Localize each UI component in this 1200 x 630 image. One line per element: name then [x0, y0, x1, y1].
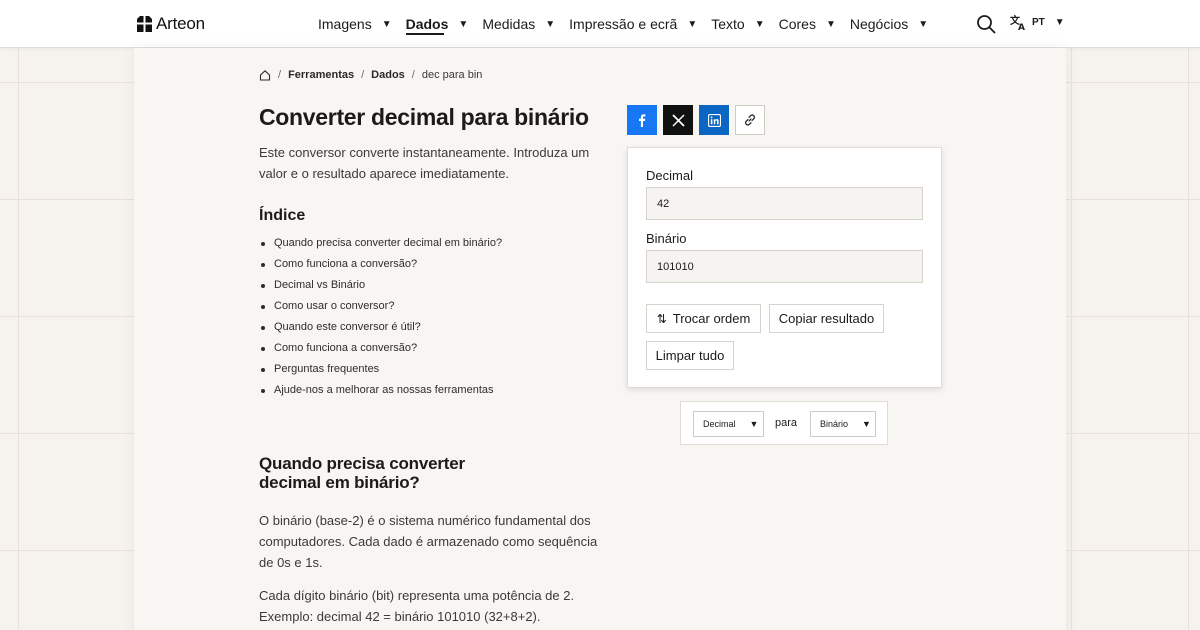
- breadcrumb-current: dec para bin: [421, 69, 483, 81]
- nav-item-label: Texto: [711, 16, 745, 32]
- translate-icon: 文 A: [1010, 14, 1025, 31]
- copy-link-button[interactable]: [735, 105, 765, 135]
- language-code: PT: [1032, 17, 1045, 28]
- to-unit-select[interactable]: Binário ▼: [810, 411, 876, 437]
- toc-item[interactable]: Quando este conversor é útil?: [259, 317, 502, 338]
- section-title: Quando precisa converter decimal em biná…: [259, 454, 465, 492]
- toc-item[interactable]: Ajude-nos a melhorar as nossas ferrament…: [259, 380, 502, 401]
- from-unit-value: Decimal: [703, 419, 736, 429]
- brand-logo-icon: [137, 16, 152, 32]
- copy-result-button[interactable]: Copiar resultado: [769, 304, 884, 333]
- decimal-label: Decimal: [646, 168, 693, 183]
- nav-item-label: Cores: [778, 16, 816, 32]
- language-selector[interactable]: 文 A PT ▼: [1010, 14, 1065, 31]
- toc-item[interactable]: Como usar o conversor?: [259, 296, 502, 317]
- breadcrumb-separator: /: [411, 69, 415, 81]
- converter-card: Decimal Binário ⇅ Trocar ordem Copiar re…: [627, 147, 942, 388]
- binary-label: Binário: [646, 231, 687, 246]
- swap-order-button[interactable]: ⇅ Trocar ordem: [646, 304, 761, 333]
- caret-down-icon: ▼: [687, 18, 698, 30]
- swap-vertical-icon: ⇅: [656, 311, 667, 326]
- nav-item-cores[interactable]: Cores ▼: [779, 0, 836, 48]
- page-title: Converter decimal para binário: [259, 104, 589, 130]
- top-navigation-bar: Arteon Imagens ▼ Dados ▼ Medidas ▼ Impre…: [0, 0, 1200, 48]
- direction-connector: para: [775, 417, 798, 429]
- nav-item-label: Imagens: [318, 16, 372, 32]
- section-paragraph: Cada dígito binário (bit) representa uma…: [259, 588, 575, 624]
- toc-title: Índice: [259, 207, 306, 224]
- search-icon: [977, 15, 996, 34]
- link-icon: [745, 114, 755, 126]
- share-buttons: [627, 105, 771, 135]
- caret-down-icon: ▼: [1054, 17, 1065, 28]
- toc-item[interactable]: Quando precisa converter decimal em biná…: [259, 233, 502, 254]
- conversion-direction: Decimal ▼ para Binário ▼: [680, 401, 888, 445]
- table-of-contents: Quando precisa converter decimal em biná…: [259, 233, 502, 401]
- share-linkedin-button[interactable]: [699, 105, 729, 135]
- nav-item-label: Dados: [405, 16, 449, 32]
- breadcrumb-separator: /: [361, 69, 365, 81]
- caret-down-icon: ▼: [862, 419, 871, 429]
- share-facebook-button[interactable]: [627, 105, 657, 135]
- toc-item[interactable]: Como funciona a conversão?: [259, 254, 502, 275]
- toc-item[interactable]: Decimal vs Binário: [259, 275, 502, 296]
- intro-paragraph: Este conversor converte instantaneamente…: [259, 145, 590, 181]
- toc-item[interactable]: Como funciona a conversão?: [259, 338, 502, 359]
- swap-order-label: Trocar ordem: [672, 311, 751, 326]
- nav-item-label: Negócios: [849, 16, 909, 32]
- x-icon: [671, 113, 685, 127]
- nav-item-negocios[interactable]: Negócios ▼: [850, 0, 928, 48]
- to-unit-value: Binário: [820, 419, 849, 429]
- main-nav: Imagens ▼ Dados ▼ Medidas ▼ Impressão e …: [318, 0, 942, 48]
- nav-item-medidas[interactable]: Medidas ▼: [482, 0, 555, 48]
- caret-down-icon: ▼: [381, 18, 392, 30]
- nav-item-texto[interactable]: Texto ▼: [711, 0, 764, 48]
- caret-down-icon: ▼: [545, 18, 556, 30]
- breadcrumb-separator: /: [278, 69, 282, 81]
- nav-item-impressao-e-ecra[interactable]: Impressão e ecrã ▼: [569, 0, 697, 48]
- search-button[interactable]: [976, 14, 996, 34]
- linkedin-icon: [707, 113, 721, 127]
- svg-text:A: A: [1018, 23, 1025, 31]
- breadcrumb: / Ferramentas / Dados / dec para bin: [259, 69, 482, 81]
- breadcrumb-dados[interactable]: Dados: [371, 69, 405, 81]
- section-paragraph: O binário (base-2) é o sistema numérico …: [259, 513, 598, 570]
- nav-item-label: Medidas: [482, 16, 536, 32]
- home-icon[interactable]: [259, 69, 271, 81]
- nav-item-imagens[interactable]: Imagens ▼: [318, 0, 392, 48]
- toc-item[interactable]: Perguntas frequentes: [259, 359, 502, 380]
- facebook-icon: [639, 114, 646, 127]
- clear-all-label: Limpar tudo: [655, 348, 725, 363]
- nav-item-dados[interactable]: Dados ▼: [406, 0, 469, 48]
- decimal-input[interactable]: [646, 187, 923, 220]
- share-x-button[interactable]: [663, 105, 693, 135]
- brand-name: Arteon: [156, 14, 205, 33]
- caret-down-icon: ▼: [918, 18, 929, 30]
- binary-output[interactable]: [646, 250, 923, 283]
- breadcrumb-ferramentas[interactable]: Ferramentas: [288, 69, 354, 81]
- caret-down-icon: ▼: [825, 18, 836, 30]
- from-unit-select[interactable]: Decimal ▼: [693, 411, 764, 437]
- nav-item-label: Impressão e ecrã: [569, 16, 678, 32]
- copy-result-label: Copiar resultado: [778, 311, 875, 326]
- brand-logo[interactable]: Arteon: [137, 14, 205, 34]
- caret-down-icon: ▼: [754, 18, 765, 30]
- clear-all-button[interactable]: Limpar tudo: [646, 341, 734, 370]
- caret-down-icon: ▼: [749, 419, 759, 429]
- caret-down-icon: ▼: [458, 18, 469, 30]
